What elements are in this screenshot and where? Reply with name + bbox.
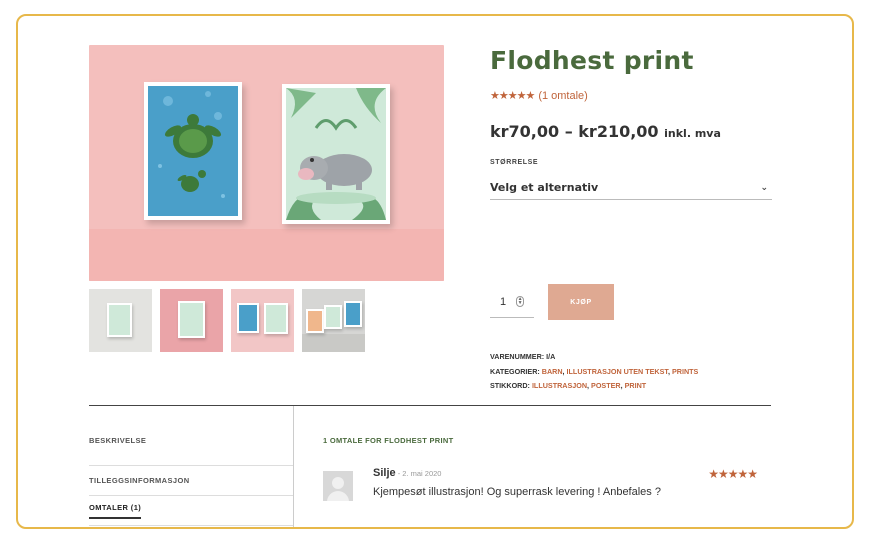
categories-row: KATEGORIER: BARN, ILLUSTRASJON UTEN TEKS… — [490, 366, 699, 376]
tag-link[interactable]: POSTER — [591, 381, 621, 390]
turtle-poster — [144, 82, 242, 220]
quantity-value: 1 — [499, 295, 507, 308]
category-link[interactable]: ILLUSTRASJON UTEN TEKST — [567, 367, 668, 376]
review-item: Silje - 2. mai 2020 ★★★★★ Kjempesøt illu… — [323, 467, 773, 507]
reviews-title: 1 OMTALE FOR FLODHEST PRINT — [323, 436, 454, 445]
variant-select-value: Velg et alternativ — [490, 181, 599, 194]
product-price: kr70,00 – kr210,00 inkl. mva — [490, 122, 772, 141]
review-text: Kjempesøt illustrasjon! Og superrask lev… — [373, 486, 661, 498]
spinner-icon[interactable]: ▲ ▼ — [516, 296, 525, 307]
review-stars-icon: ★★★★★ — [708, 467, 758, 481]
tag-link[interactable]: PRINT — [625, 381, 647, 390]
quantity-stepper[interactable]: 1 ▲ ▼ — [490, 286, 534, 318]
category-link[interactable]: BARN — [542, 367, 563, 376]
hippo-illustration — [286, 88, 386, 220]
thumbnail-1[interactable] — [89, 289, 152, 352]
product-meta: VARENUMMER: I/A KATEGORIER: BARN, ILLUST… — [490, 350, 698, 394]
section-divider — [89, 405, 771, 406]
tab-reviews[interactable]: OMTALER (1) — [89, 496, 293, 526]
tabs-divider — [293, 406, 294, 527]
hippo-poster — [282, 84, 390, 224]
rating-stars-icon: ★★★★★ — [490, 90, 535, 102]
tax-note: inkl. mva — [664, 127, 721, 140]
product-rating: ★★★★★ (1 omtale) — [490, 89, 772, 103]
reviews-section: 1 OMTALE FOR FLODHEST PRINT Silje - 2. m… — [323, 436, 773, 507]
buy-button[interactable]: KJØP — [548, 284, 614, 320]
turtle-illustration — [148, 86, 238, 216]
product-card: Flodhest print ★★★★★ (1 omtale) kr70,00 … — [16, 14, 854, 529]
price-range: kr70,00 – kr210,00 — [490, 122, 659, 141]
avatar — [323, 471, 353, 501]
chevron-down-icon: ⌄ — [760, 182, 768, 193]
image-floor — [89, 229, 444, 281]
variant-select[interactable]: Velg et alternativ ⌄ — [490, 176, 772, 200]
category-link[interactable]: PRINTS — [672, 367, 698, 376]
product-tabs: BESKRIVELSE TILLEGGSINFORMASJON OMTALER … — [89, 436, 293, 526]
product-thumbnails — [89, 289, 365, 353]
variant-label: STØRRELSE — [490, 159, 539, 166]
tab-description[interactable]: BESKRIVELSE — [89, 436, 293, 466]
tags-row: STIKKORD: ILLUSTRASJON, POSTER, PRINT — [490, 381, 647, 390]
review-author: Silje — [373, 467, 396, 479]
tag-link[interactable]: ILLUSTRASJON — [532, 381, 587, 390]
review-header: Silje - 2. mai 2020 — [373, 467, 441, 479]
product-summary: Flodhest print ★★★★★ (1 omtale) kr70,00 … — [490, 46, 772, 390]
sku-row: VARENUMMER: I/A — [490, 352, 556, 361]
tab-additional-info[interactable]: TILLEGGSINFORMASJON — [89, 466, 293, 496]
thumbnail-2[interactable] — [160, 289, 223, 352]
product-main-image[interactable] — [89, 45, 444, 281]
add-to-cart-row: 1 ▲ ▼ KJØP — [490, 284, 614, 320]
review-count-link[interactable]: (1 omtale) — [538, 90, 588, 102]
product-title: Flodhest print — [490, 46, 694, 75]
thumbnail-4[interactable] — [302, 289, 365, 352]
review-date: - 2. mai 2020 — [395, 469, 442, 478]
thumbnail-3[interactable] — [231, 289, 294, 352]
